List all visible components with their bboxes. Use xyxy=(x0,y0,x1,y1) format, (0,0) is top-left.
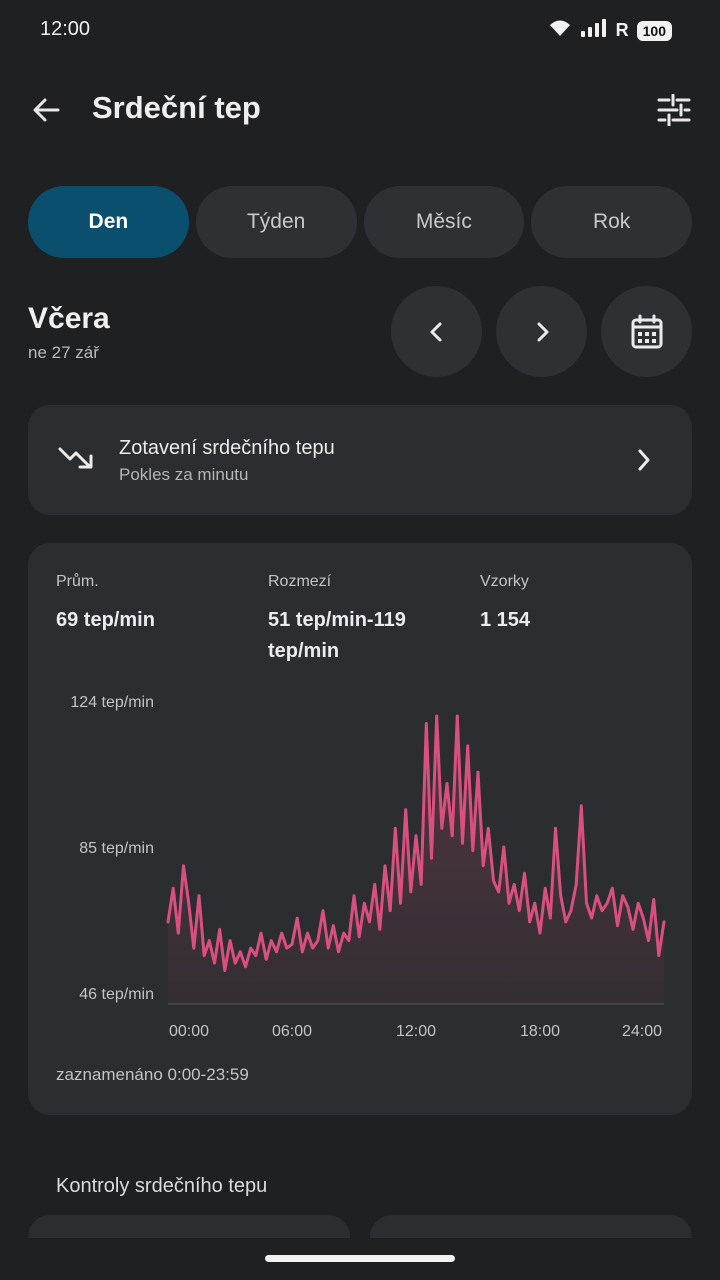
recovery-title: Zotavení srdečního tepu xyxy=(119,437,335,459)
page-title: Srdeční tep xyxy=(92,90,261,125)
previous-day-button[interactable] xyxy=(391,286,482,377)
tab-year[interactable]: Rok xyxy=(531,186,692,258)
status-bar: 12:00 R 100 xyxy=(0,0,720,60)
heart-rate-recovery-card[interactable]: Zotavení srdečního tepu Pokles za minutu xyxy=(28,405,692,515)
x-tick-label: 00:00 xyxy=(169,1023,209,1040)
y-tick-label: 124 tep/min xyxy=(70,694,154,711)
status-time: 12:00 xyxy=(40,18,91,40)
recorded-range: zaznamenáno 0:00-23:59 xyxy=(56,1065,249,1084)
chevron-right-icon xyxy=(537,322,548,341)
period-tabs: Den Týden Měsíc Rok xyxy=(28,186,692,258)
date-title: Včera xyxy=(28,302,110,335)
trending-down-icon xyxy=(58,443,96,478)
tab-month[interactable]: Měsíc xyxy=(363,186,525,258)
heart-rate-stats-card: Prům. 69 tep/min Rozmezí 51 tep/min-119 … xyxy=(28,543,692,1115)
x-tick-label: 12:00 xyxy=(396,1023,436,1040)
calendar-button[interactable] xyxy=(601,286,692,377)
back-button[interactable] xyxy=(22,86,70,134)
section-heading-checks: Kontroly srdečního tepu xyxy=(56,1175,268,1197)
x-tick-label: 24:00 xyxy=(622,1023,662,1040)
signal-icon xyxy=(580,18,608,43)
arrow-back-icon xyxy=(33,98,60,122)
recovery-subtitle: Pokles za minutu xyxy=(119,465,249,484)
app-bar: Srdeční tep xyxy=(0,70,720,150)
chevron-left-icon xyxy=(430,322,441,341)
y-tick-label: 46 tep/min xyxy=(79,986,154,1003)
date-subtitle: ne 27 zář xyxy=(28,343,99,362)
calendar-icon xyxy=(631,314,662,348)
y-tick-label: 85 tep/min xyxy=(79,840,154,857)
wifi-icon xyxy=(548,18,572,43)
chevron-right-icon xyxy=(634,447,654,478)
tune-icon xyxy=(657,94,691,126)
roaming-indicator: R xyxy=(615,20,629,40)
x-tick-label: 06:00 xyxy=(272,1023,312,1040)
tab-week[interactable]: Týden xyxy=(195,186,357,258)
heart-rate-chart: 124 tep/min 85 tep/min 46 tep/min 00:00 06:… xyxy=(70,694,666,1040)
next-day-button[interactable] xyxy=(496,286,587,377)
x-tick-label: 18:00 xyxy=(520,1023,560,1040)
filter-button[interactable] xyxy=(650,86,698,134)
home-indicator[interactable] xyxy=(265,1255,455,1262)
status-icons: R 100 xyxy=(548,18,672,43)
tab-day[interactable]: Den xyxy=(28,186,189,258)
battery-icon: 100 xyxy=(636,20,672,41)
